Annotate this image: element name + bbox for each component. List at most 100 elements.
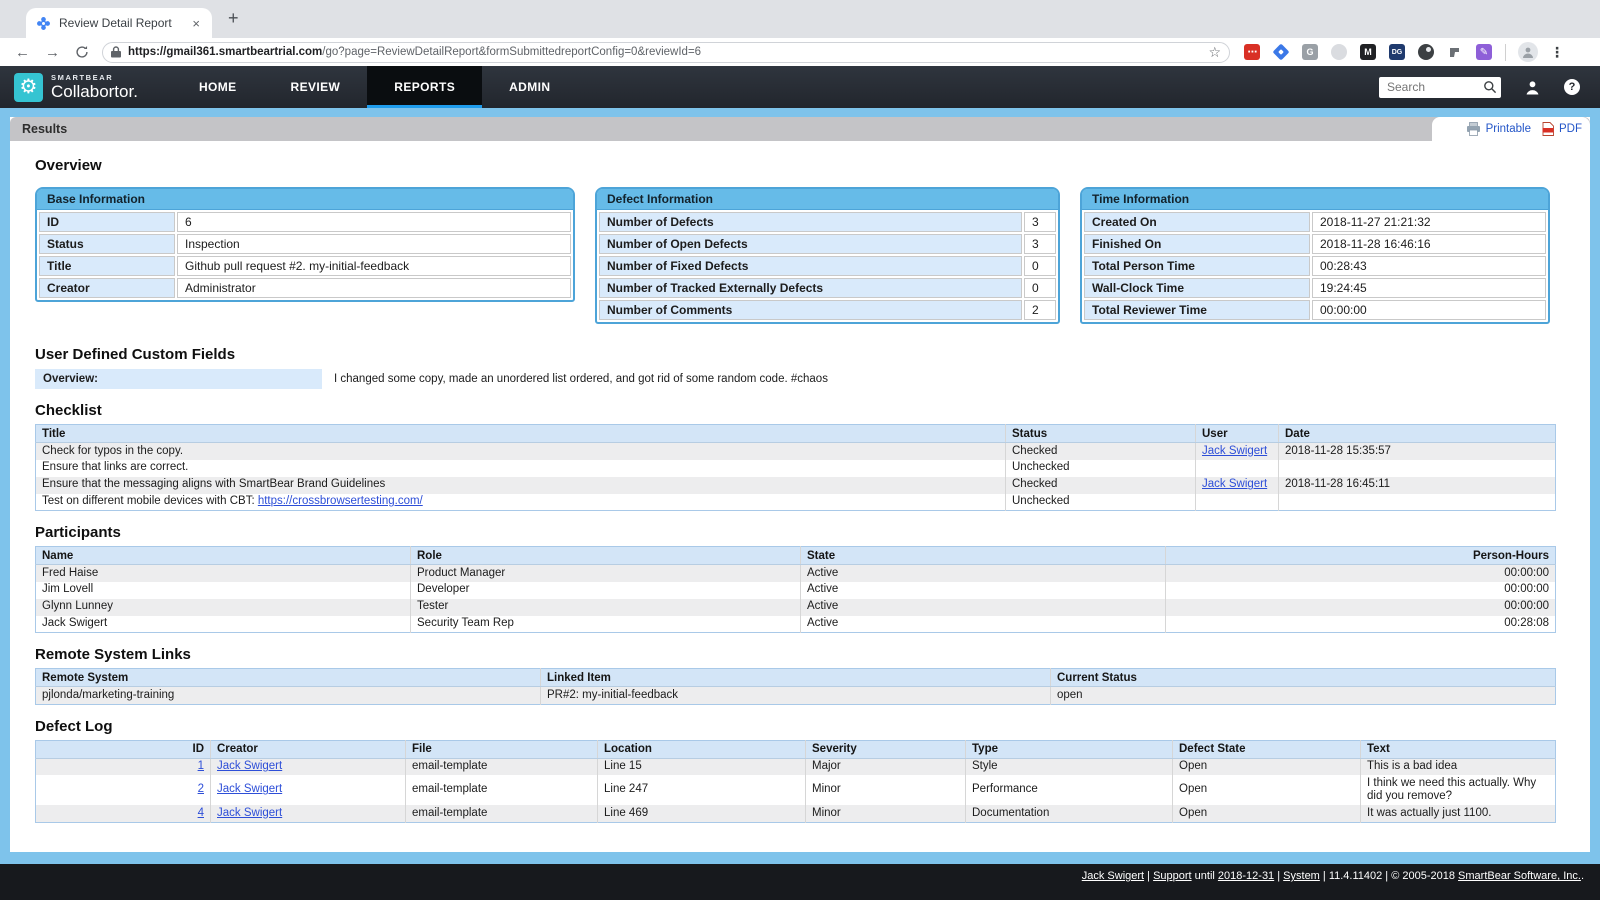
defect-id-link[interactable]: 4 (198, 807, 204, 819)
brand-text: SMARTBEAR Collabortor. (51, 73, 138, 102)
checklist-title-link[interactable]: https://crossbrowsertesting.com/ (258, 495, 423, 507)
user-icon[interactable] (1525, 80, 1540, 95)
table-row: Number of Fixed Defects0 (599, 256, 1056, 276)
table-header-row: ID Creator File Location Severity Type D… (36, 740, 1556, 758)
time-information-table: Created On2018-11-27 21:21:32 Finished O… (1082, 210, 1548, 322)
footer-system-link[interactable]: System (1283, 870, 1320, 882)
nav-item-home[interactable]: HOME (172, 66, 264, 108)
table-row: StatusInspection (39, 234, 571, 254)
browser-menu-icon[interactable]: ⋮ (1550, 44, 1564, 61)
clamp-extension-icon[interactable] (1447, 44, 1463, 60)
base-information-card: Base Information ID6 StatusInspection Ti… (35, 187, 575, 302)
browser-tab[interactable]: Review Detail Report × (26, 8, 212, 38)
table-header-row: Remote System Linked Item Current Status (36, 669, 1556, 687)
url-bar[interactable]: https://gmail361.smartbeartrial.com/go?p… (102, 42, 1230, 63)
page-frame: Results Printable PDF Overview Base Info… (0, 108, 1600, 864)
g-extension-icon[interactable]: G (1302, 44, 1318, 60)
base-information-title: Base Information (37, 189, 573, 210)
app-navbar: ⚙ SMARTBEAR Collabortor. HOME REVIEW REP… (0, 66, 1600, 108)
table-header-row: Title Status User Date (36, 425, 1556, 443)
forward-icon[interactable]: → (45, 45, 60, 60)
footer-support-date-link[interactable]: 2018-12-31 (1218, 870, 1274, 882)
defect-information-title: Defect Information (597, 189, 1058, 210)
m-extension-icon[interactable]: M (1360, 44, 1376, 60)
help-icon[interactable]: ? (1564, 79, 1580, 95)
footer-company-link[interactable]: SmartBear Software, Inc. (1458, 870, 1581, 882)
defect-information-table: Number of Defects3 Number of Open Defect… (597, 210, 1058, 322)
red-dots-extension-icon[interactable]: ⋯ (1244, 44, 1260, 60)
results-bar: Results Printable PDF (10, 117, 1590, 141)
new-tab-button[interactable]: + (228, 8, 239, 29)
results-actions: Printable PDF (1432, 117, 1590, 141)
table-row: CreatorAdministrator (39, 278, 571, 298)
tab-close-icon[interactable]: × (190, 16, 202, 31)
remote-link-row: pjlonda/marketing-trainingPR#2: my-initi… (36, 687, 1556, 705)
table-row: Total Person Time00:28:43 (1084, 256, 1546, 276)
table-row: Total Reviewer Time00:00:00 (1084, 300, 1546, 320)
custom-field-value: I changed some copy, made an unordered l… (334, 373, 828, 385)
defect-log-heading: Defect Log (35, 718, 1590, 735)
participant-row: Fred HaiseProduct ManagerActive00:00:00 (36, 565, 1556, 582)
extensions-row: ⋯ G M DG ✎ (1244, 44, 1492, 60)
defect-id-link[interactable]: 2 (198, 783, 204, 795)
nav-item-reports[interactable]: REPORTS (367, 66, 482, 108)
url-text: https://gmail361.smartbeartrial.com/go?p… (128, 46, 1202, 58)
url-path: /go?page=ReviewDetailReport&formSubmitte… (322, 46, 701, 58)
searchbox (1379, 77, 1501, 98)
bookmark-star-icon[interactable]: ☆ (1208, 44, 1221, 61)
creator-link[interactable]: Jack Swigert (217, 807, 282, 819)
reload-icon[interactable] (75, 45, 89, 59)
creator-link[interactable]: Jack Swigert (217, 783, 282, 795)
favicon-icon (36, 16, 51, 31)
pen-extension-icon[interactable]: ✎ (1476, 44, 1492, 60)
participants-table: Name Role State Person-Hours Fred HaiseP… (35, 546, 1556, 633)
browser-profile-avatar[interactable] (1518, 42, 1538, 62)
time-information-title: Time Information (1082, 189, 1548, 210)
remote-links-table: Remote System Linked Item Current Status… (35, 668, 1556, 705)
footer-user-link[interactable]: Jack Swigert (1082, 870, 1144, 882)
footer-support-link[interactable]: Support (1153, 870, 1192, 882)
defect-row: 2 Jack Swigert email-template Line 247 M… (36, 775, 1556, 805)
lock-icon (111, 46, 121, 58)
defect-id-link[interactable]: 1 (198, 760, 204, 772)
brand-top-label: SMARTBEAR (51, 73, 138, 82)
circle-extension-icon[interactable] (1331, 44, 1347, 60)
defect-information-card: Defect Information Number of Defects3 Nu… (595, 187, 1060, 324)
user-link[interactable]: Jack Swigert (1202, 478, 1267, 490)
results-title: Results (10, 122, 67, 136)
brand[interactable]: ⚙ SMARTBEAR Collabortor. (0, 66, 152, 108)
pdf-icon (1542, 122, 1554, 136)
search-icon[interactable] (1483, 80, 1497, 99)
defect-row: 1 Jack Swigert email-template Line 15 Ma… (36, 758, 1556, 775)
app-footer: Jack Swigert | Support until 2018-12-31 … (0, 864, 1600, 900)
participants-heading: Participants (35, 524, 1590, 541)
dg-extension-icon[interactable]: DG (1389, 44, 1405, 60)
blue-diamond-extension-icon[interactable] (1273, 44, 1290, 61)
table-row: Number of Comments2 (599, 300, 1056, 320)
navbar-right: ? (1379, 66, 1600, 108)
participant-row: Jack SwigertSecurity Team RepActive00:28… (36, 616, 1556, 633)
table-row: ID6 (39, 212, 571, 232)
checklist-row: Ensure that the messaging aligns with Sm… (36, 477, 1556, 494)
nav-item-review[interactable]: REVIEW (264, 66, 368, 108)
remote-links-heading: Remote System Links (35, 646, 1590, 663)
browser-tab-strip: Review Detail Report × + (0, 0, 1600, 38)
overview-heading: Overview (35, 157, 1590, 174)
user-link[interactable]: Jack Swigert (1202, 445, 1267, 457)
pdf-link[interactable]: PDF (1559, 123, 1582, 135)
time-information-card: Time Information Created On2018-11-27 21… (1080, 187, 1550, 324)
nav-item-admin[interactable]: ADMIN (482, 66, 577, 108)
dark-circle-extension-icon[interactable] (1418, 44, 1434, 60)
table-row: Wall-Clock Time19:24:45 (1084, 278, 1546, 298)
creator-link[interactable]: Jack Swigert (217, 760, 282, 772)
toolbar-divider (1505, 44, 1506, 61)
table-row: Number of Tracked Externally Defects0 (599, 278, 1056, 298)
printer-icon (1466, 122, 1481, 136)
defect-log-table: ID Creator File Location Severity Type D… (35, 740, 1556, 823)
custom-field-label: Overview: (35, 369, 322, 389)
printable-link[interactable]: Printable (1486, 123, 1531, 135)
report-content: Overview Base Information ID6 StatusInsp… (10, 141, 1590, 852)
custom-field-row: Overview: I changed some copy, made an u… (35, 369, 1590, 389)
back-icon[interactable]: ← (15, 45, 30, 60)
custom-fields-heading: User Defined Custom Fields (35, 346, 1590, 363)
